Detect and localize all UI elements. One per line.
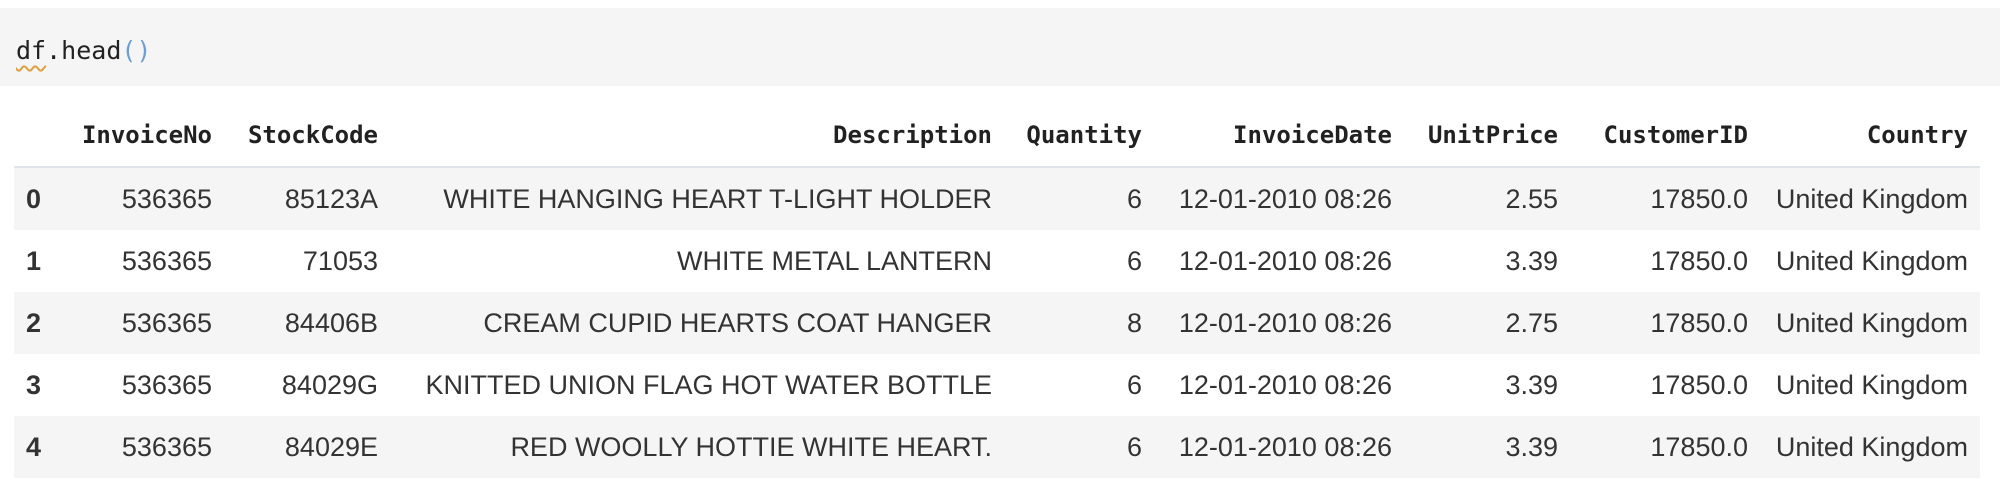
column-header: Country [1760,104,1980,168]
table-cell: WHITE HANGING HEART T-LIGHT HOLDER [443,183,992,214]
table-cell: 17850.0 [1650,369,1748,400]
table-row: 3 536365 84029G KNITTED UNION FLAG HOT WATE… [14,354,1980,416]
table-cell: 71053 [302,245,378,276]
table-cell: 17850.0 [1650,431,1748,462]
table-cell: 12-01-2010 08:26 [1178,183,1392,214]
table-cell: 6 [1126,431,1142,462]
table-cell: United Kingdom [1775,369,1968,400]
row-index: 3 [26,369,42,400]
dataframe-table: InvoiceNo StockCode Description Quantity Inv… [14,104,1980,478]
table-body: 0 536365 85123A WHITE HANGING HEART T-LIGHT… [14,167,1980,478]
row-index: 4 [26,431,42,462]
table-cell: 536365 [121,307,212,338]
code-method: .head [46,36,122,65]
row-index: 1 [26,245,42,276]
table-cell: 536365 [121,183,212,214]
dataframe-output: InvoiceNo StockCode Description Quantity Inv… [14,104,1980,478]
table-cell: RED WOOLLY HOTTIE WHITE HEART. [510,431,992,462]
table-cell: 12-01-2010 08:26 [1178,307,1392,338]
column-header: StockCode [224,104,390,168]
table-cell: 536365 [121,369,212,400]
column-header: CustomerID [1570,104,1760,168]
table-row: 0 536365 85123A WHITE HANGING HEART T-LIGHT… [14,167,1980,230]
table-cell: 84029E [284,431,378,462]
table-cell: 12-01-2010 08:26 [1178,245,1392,276]
index-header [14,104,66,168]
table-cell: WHITE METAL LANTERN [676,245,992,276]
table-cell: 6 [1126,369,1142,400]
column-header: InvoiceDate [1154,104,1404,168]
table-cell: 536365 [121,245,212,276]
table-cell: 3.39 [1505,245,1558,276]
table-cell: United Kingdom [1775,307,1968,338]
table-cell: 8 [1126,307,1142,338]
table-cell: 3.39 [1505,431,1558,462]
code-identifier: df [16,36,47,65]
table-cell: 2.55 [1505,183,1558,214]
table-cell: 6 [1126,183,1142,214]
column-header: InvoiceNo [66,104,224,168]
table-cell: 3.39 [1505,369,1558,400]
table-cell: United Kingdom [1775,431,1968,462]
table-cell: CREAM CUPID HEARTS COAT HANGER [483,307,992,338]
code-cell[interactable]: df.head() [0,8,2000,86]
column-header: Description [390,104,1004,168]
column-header: Quantity [1004,104,1154,168]
table-cell: KNITTED UNION FLAG HOT WATER BOTTLE [425,369,992,400]
table-row: 2 536365 84406B CREAM CUPID HEARTS COAT HAN… [14,292,1980,354]
column-header: UnitPrice [1404,104,1570,168]
row-index: 0 [26,183,42,214]
header-row: InvoiceNo StockCode Description Quantity Inv… [14,104,1980,168]
table-row: 1 536365 71053 WHITE METAL LANTERN 6 12-01-20… [14,230,1980,292]
table-cell: 12-01-2010 08:26 [1178,369,1392,400]
table-row: 4 536365 84029E RED WOOLLY HOTTIE WHITE HEA… [14,416,1980,478]
table-cell: United Kingdom [1775,183,1968,214]
table-cell: 17850.0 [1650,245,1748,276]
table-cell: 84406B [284,307,378,338]
table-cell: 84029G [281,369,378,400]
table-cell: 17850.0 [1650,183,1748,214]
table-cell: 536365 [121,431,212,462]
code-parens: () [121,36,152,65]
table-cell: United Kingdom [1775,245,1968,276]
table-cell: 17850.0 [1650,307,1748,338]
row-index: 2 [26,307,42,338]
table-cell: 85123A [284,183,378,214]
table-cell: 12-01-2010 08:26 [1178,431,1392,462]
table-header: InvoiceNo StockCode Description Quantity Inv… [14,104,1980,168]
table-cell: 2.75 [1505,307,1558,338]
table-cell: 6 [1126,245,1142,276]
